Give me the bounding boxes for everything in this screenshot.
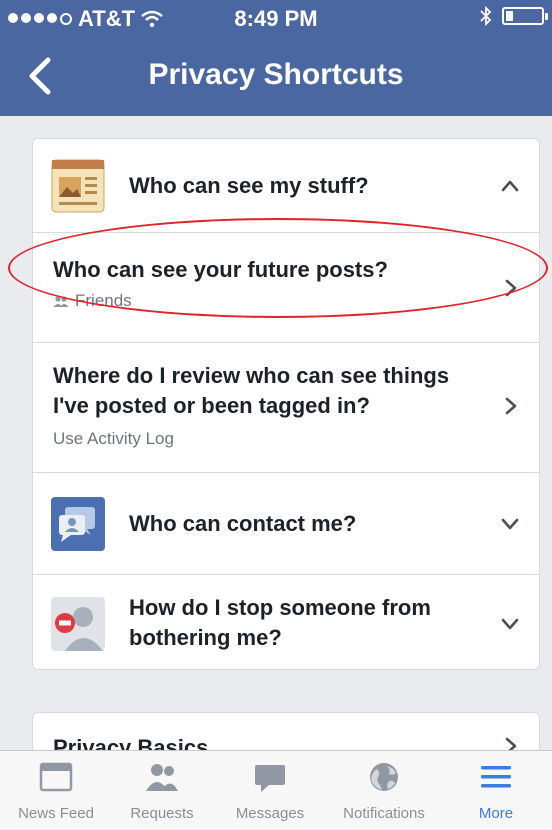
tab-label: Notifications <box>343 805 425 822</box>
chevron-down-icon[interactable] <box>501 515 519 533</box>
section-who-can-contact-me[interactable]: Who can contact me? <box>33 473 539 575</box>
privacy-shortcuts-card: Who can see my stuff? Who can see your f… <box>32 138 540 670</box>
friend-requests-icon <box>146 764 178 791</box>
tab-label: Messages <box>235 805 305 822</box>
battery-level <box>506 11 513 21</box>
messages-icon <box>255 765 285 792</box>
status-right <box>480 6 548 26</box>
tab-label: Requests <box>130 805 194 822</box>
news-feed-icon <box>39 762 73 792</box>
tab-label: More <box>478 805 514 822</box>
tab-messages[interactable]: Messages <box>220 751 320 830</box>
chevron-right-icon[interactable] <box>501 397 519 415</box>
row-future-posts[interactable]: Who can see your future posts? Friends <box>33 233 539 343</box>
battery-icon <box>502 7 548 25</box>
page-title: Privacy Shortcuts <box>148 58 404 91</box>
tab-label: News Feed <box>18 805 94 822</box>
audience-label: Friends <box>75 291 132 310</box>
row-title: Who can see your future posts? <box>53 257 388 282</box>
row-title: Where do I review who can see things I'v… <box>53 363 450 418</box>
row-subtitle: Use Activity Log <box>53 429 174 448</box>
section-stop-someone[interactable]: How do I stop someone from bothering me? <box>33 575 539 671</box>
contact-chat-icon <box>51 497 105 551</box>
row-review-activity[interactable]: Where do I review who can see things I'v… <box>33 343 539 473</box>
top-bar: AT&T 8:49 PM Privacy Shortcuts <box>0 0 552 116</box>
section-title: Who can contact me? <box>129 511 357 536</box>
status-time: 8:49 PM <box>234 6 318 31</box>
chevron-up-icon[interactable] <box>501 177 519 195</box>
section-who-can-see-my-stuff[interactable]: Who can see my stuff? <box>33 139 539 233</box>
tab-news-feed[interactable]: News Feed <box>6 751 106 830</box>
section-title: How do I stop someone from bothering me? <box>129 595 431 650</box>
tab-notifications[interactable]: Notifications <box>334 751 434 830</box>
nav-bar: Privacy Shortcuts <box>0 36 552 116</box>
tab-more[interactable]: More <box>446 751 546 830</box>
chevron-right-icon[interactable] <box>501 279 519 297</box>
tab-requests[interactable]: Requests <box>112 751 212 830</box>
row-subtitle: Friends <box>53 291 132 311</box>
globe-icon <box>370 763 398 791</box>
news-page-icon <box>51 159 105 213</box>
section-title: Who can see my stuff? <box>129 173 369 198</box>
chevron-down-icon[interactable] <box>501 615 519 633</box>
friends-icon <box>53 295 69 307</box>
menu-icon <box>481 766 511 788</box>
block-person-icon <box>51 597 105 651</box>
bluetooth-icon <box>480 6 492 26</box>
status-bar: AT&T 8:49 PM <box>0 0 552 36</box>
tab-bar: News Feed Requests Messages Notification… <box>0 750 552 829</box>
